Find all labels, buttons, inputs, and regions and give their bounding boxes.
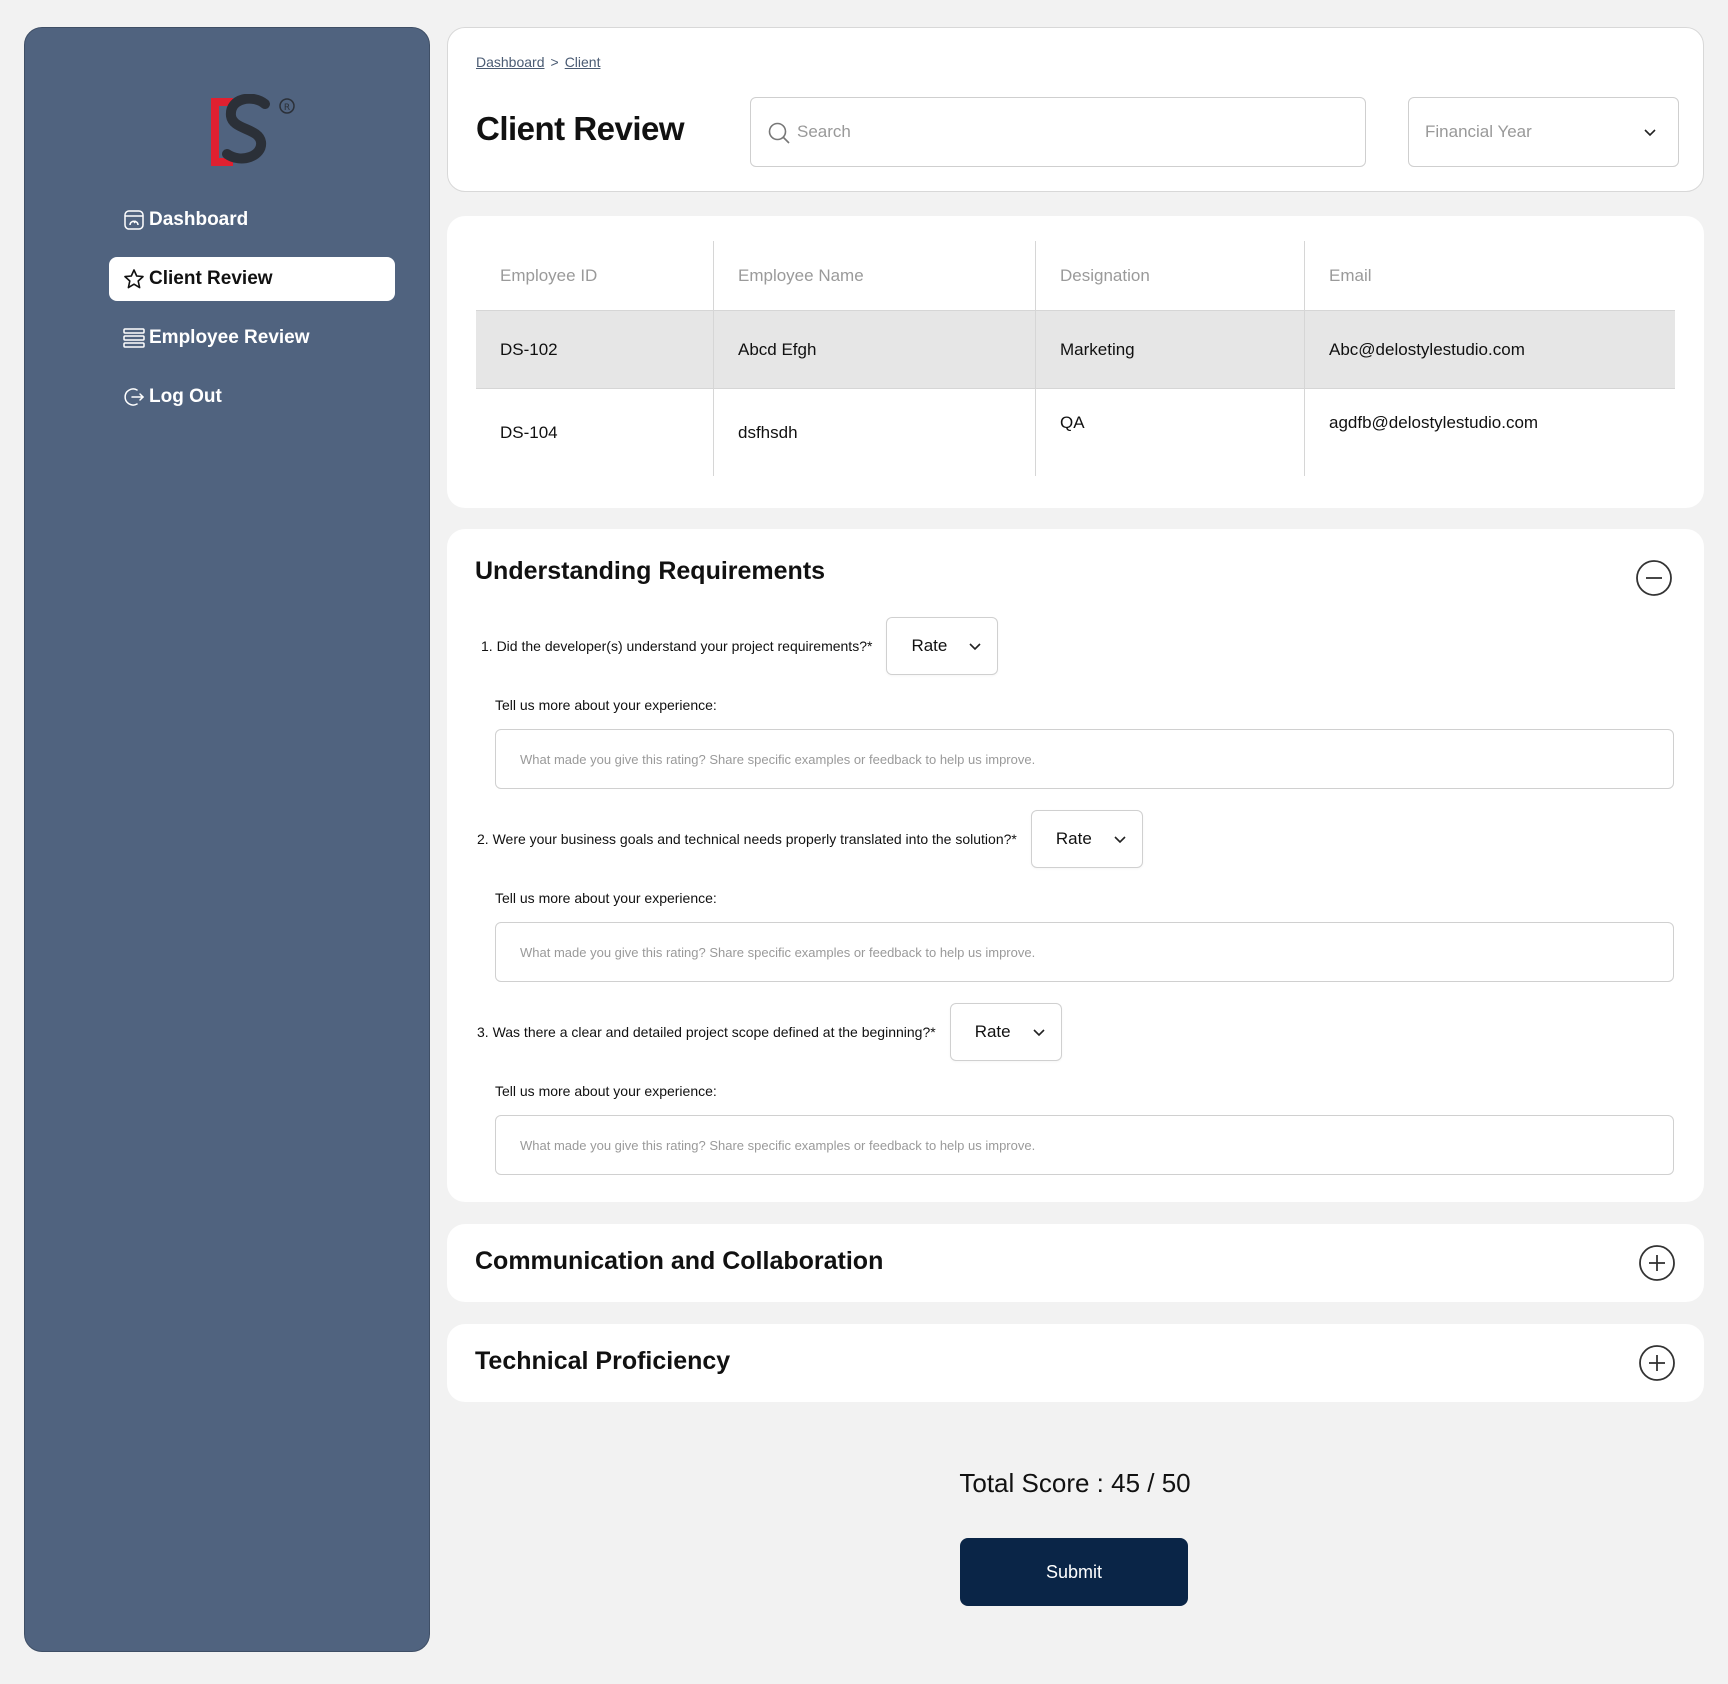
table-row[interactable]: DS-102 Abcd Efgh Marketing Abc@delostyle… xyxy=(476,310,1675,389)
sidebar: R Dashboard Client Review Employee Revie… xyxy=(24,27,430,1652)
sidebar-item-label: Employee Review xyxy=(149,327,310,348)
employee-table: Employee ID Employee Name Designation Em… xyxy=(475,240,1676,477)
question-text: 3. Was there a clear and detailed projec… xyxy=(477,1024,936,1040)
search-input[interactable] xyxy=(797,122,1337,142)
financial-year-select[interactable]: Financial Year xyxy=(1408,97,1679,167)
sidebar-item-client-review[interactable]: Client Review xyxy=(109,257,395,301)
breadcrumb-client-link[interactable]: Client xyxy=(565,54,601,70)
section-title: Technical Proficiency xyxy=(475,1347,731,1375)
column-header-designation: Designation xyxy=(1035,241,1305,311)
search-box xyxy=(750,97,1366,167)
chevron-down-icon xyxy=(1112,832,1128,848)
rate-label: Rate xyxy=(1055,829,1092,848)
chevron-down-icon xyxy=(1642,125,1658,141)
submit-button[interactable]: Submit xyxy=(960,1538,1188,1606)
experience-label: Tell us more about your experience: xyxy=(495,1083,717,1099)
question-row: 3. Was there a clear and detailed projec… xyxy=(477,1003,1062,1061)
sidebar-item-label: Dashboard xyxy=(149,209,249,230)
chevron-down-icon xyxy=(1031,1025,1047,1041)
question-text: 2. Were your business goals and technica… xyxy=(477,831,1017,847)
question-row: 1. Did the developer(s) understand your … xyxy=(481,617,999,675)
cell-employee-name: Abcd Efgh xyxy=(713,310,1036,389)
sidebar-item-label: Log Out xyxy=(149,386,222,407)
logout-icon xyxy=(123,386,145,408)
collapse-minus-icon[interactable] xyxy=(1635,559,1673,597)
experience-input[interactable] xyxy=(495,922,1674,982)
rate-label: Rate xyxy=(974,1022,1011,1041)
rate-label: Rate xyxy=(911,636,948,655)
sidebar-item-employee-review[interactable]: Employee Review xyxy=(109,316,395,360)
cell-designation: QA xyxy=(1035,388,1305,476)
cell-designation: Marketing xyxy=(1035,310,1305,389)
experience-label: Tell us more about your experience: xyxy=(495,697,717,713)
list-icon xyxy=(123,327,145,349)
star-icon xyxy=(123,268,145,290)
sidebar-item-label: Client Review xyxy=(149,268,273,289)
experience-input[interactable] xyxy=(495,1115,1674,1175)
financial-year-placeholder: Financial Year xyxy=(1425,122,1532,141)
section-title: Understanding Requirements xyxy=(475,557,826,585)
rate-dropdown[interactable]: Rate xyxy=(1030,810,1143,868)
cell-employee-id: DS-102 xyxy=(476,310,714,389)
breadcrumb-separator: > xyxy=(550,54,559,70)
cell-email: agdfb@delostylestudio.com xyxy=(1304,388,1675,476)
cell-employee-id: DS-104 xyxy=(476,388,714,476)
section-title: Communication and Collaboration xyxy=(475,1247,884,1275)
experience-input[interactable] xyxy=(495,729,1674,789)
total-score: Total Score : 45 / 50 xyxy=(959,1468,1191,1498)
table-row[interactable]: DS-104 dsfhsdh QA agdfb@delostylestudio.… xyxy=(476,388,1675,476)
ds-logo: R xyxy=(203,93,299,174)
rate-dropdown[interactable]: Rate xyxy=(949,1003,1062,1061)
dashboard-icon xyxy=(123,209,145,231)
section-understanding-requirements: Understanding Requirements 1. Did the de… xyxy=(447,529,1704,1202)
search-icon xyxy=(767,121,791,145)
cell-employee-name: dsfhsdh xyxy=(713,388,1036,476)
breadcrumb-dashboard-link[interactable]: Dashboard xyxy=(476,54,545,70)
expand-plus-icon[interactable] xyxy=(1638,1344,1676,1382)
table-header-row: Employee ID Employee Name Designation Em… xyxy=(476,241,1675,311)
sidebar-nav: Dashboard Client Review Employee Review xyxy=(85,198,395,434)
expand-plus-icon[interactable] xyxy=(1638,1244,1676,1282)
experience-label: Tell us more about your experience: xyxy=(495,890,717,906)
column-header-employee-id: Employee ID xyxy=(476,241,714,311)
rate-dropdown[interactable]: Rate xyxy=(886,617,999,675)
cell-email: Abc@delostylestudio.com xyxy=(1304,310,1675,389)
breadcrumb: Dashboard > Client xyxy=(476,54,600,70)
column-header-email: Email xyxy=(1304,241,1675,311)
sidebar-item-logout[interactable]: Log Out xyxy=(109,375,395,419)
svg-text:R: R xyxy=(284,103,290,113)
column-header-employee-name: Employee Name xyxy=(713,241,1036,311)
chevron-down-icon xyxy=(967,639,983,655)
section-communication-collaboration[interactable]: Communication and Collaboration xyxy=(447,1224,1704,1302)
header-card: Dashboard > Client Client Review Financial… xyxy=(447,27,1704,192)
question-text: 1. Did the developer(s) understand your … xyxy=(481,638,873,654)
section-technical-proficiency[interactable]: Technical Proficiency xyxy=(447,1324,1704,1402)
page-title: Client Review xyxy=(476,110,685,147)
question-row: 2. Were your business goals and technica… xyxy=(477,810,1143,868)
employee-table-card: Employee ID Employee Name Designation Em… xyxy=(447,216,1704,508)
sidebar-item-dashboard[interactable]: Dashboard xyxy=(109,198,395,242)
